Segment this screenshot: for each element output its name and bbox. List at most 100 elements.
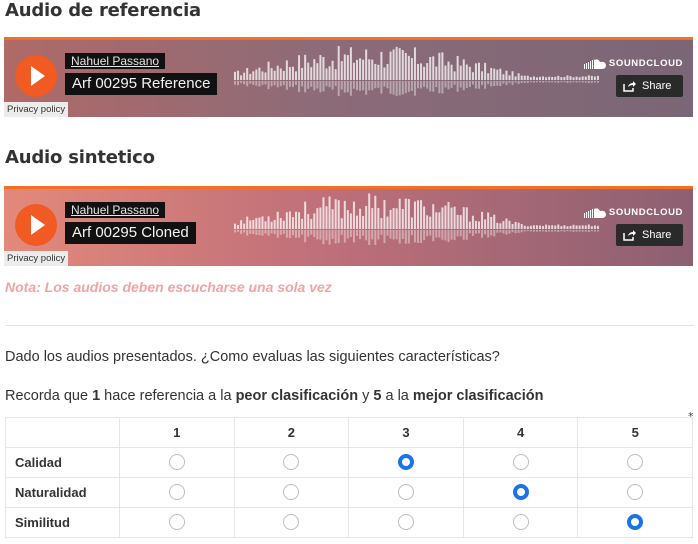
waveform-bar [295, 71, 297, 80]
rating-radio[interactable] [627, 484, 644, 501]
soundcloud-player-cloned[interactable]: Nahuel Passano Arf 00295 Cloned SOUNDCLO… [4, 186, 693, 266]
waveform[interactable] [234, 193, 604, 245]
waveform-reflection [502, 230, 505, 234]
waveform-bar [487, 212, 490, 229]
rating-radio[interactable] [397, 484, 414, 501]
play-button[interactable] [15, 55, 57, 97]
waveform-reflection [535, 81, 538, 83]
waveform-bar [563, 77, 566, 80]
track-title-link[interactable]: Arf 00295 Reference [65, 73, 218, 95]
waveform-reflection [417, 230, 419, 243]
waveform-bar [285, 60, 288, 80]
waveform-bar [517, 222, 520, 229]
play-button[interactable] [15, 204, 57, 246]
waveform-reflection [468, 230, 471, 234]
waveform-bar [478, 62, 480, 80]
waveform-reflection [252, 230, 255, 235]
rating-radio[interactable] [283, 454, 300, 471]
waveform-reflection [276, 81, 279, 88]
waveform-bar [429, 57, 432, 80]
waveform-bar [566, 226, 569, 229]
grid-cell [348, 477, 464, 508]
waveform-reflection [349, 81, 352, 96]
waveform-reflection [319, 230, 322, 240]
waveform-reflection [490, 230, 493, 236]
privacy-policy-link[interactable]: Privacy policy [4, 102, 69, 117]
share-button[interactable]: Share [616, 75, 683, 97]
row-label: Calidad [5, 447, 120, 478]
waveform-bar [389, 209, 392, 229]
rating-radio[interactable] [397, 514, 414, 531]
waveform-bar [593, 225, 596, 229]
waveform-reflection [481, 230, 484, 238]
grid-header-row: 1 2 3 4 5 [5, 417, 693, 448]
waveform-reflection [234, 81, 236, 85]
rating-radio[interactable] [397, 454, 414, 471]
soundcloud-brand: SOUNDCLOUD [608, 58, 683, 69]
rating-radio[interactable] [512, 514, 529, 531]
rating-radio[interactable] [168, 514, 185, 531]
waveform-bar [276, 65, 279, 80]
rating-radio[interactable] [627, 514, 644, 531]
waveform-reflection [490, 81, 493, 87]
waveform-bar [352, 62, 355, 80]
waveform-bar [465, 64, 468, 80]
waveform-bar [435, 66, 438, 80]
grid-row-naturalidad: Naturalidad [5, 477, 693, 508]
question-text: Dado los audios presentados. ¿Como evalu… [5, 349, 500, 365]
waveform-bar [542, 76, 545, 80]
waveform-bar [261, 216, 264, 229]
waveform-reflection [395, 81, 398, 96]
waveform-reflection [401, 230, 404, 240]
waveform-reflection [295, 230, 297, 238]
waveform-reflection [365, 230, 368, 241]
waveform-bar [240, 75, 243, 80]
waveform-reflection [508, 230, 511, 234]
rating-radio[interactable] [283, 484, 300, 501]
share-button[interactable]: Share [616, 224, 683, 246]
waveform-reflection [310, 81, 313, 87]
rating-radio[interactable] [512, 484, 529, 501]
waveform-bar [386, 64, 389, 80]
waveform-reflection [581, 81, 584, 83]
artist-link[interactable]: Nahuel Passano [65, 53, 166, 69]
waveform-bar [517, 73, 520, 80]
rating-radio[interactable] [627, 454, 644, 471]
waveform-reflection [368, 81, 371, 91]
waveform-reflection [572, 81, 575, 83]
waveform-bar [417, 200, 419, 229]
waveform-bar [426, 63, 429, 80]
soundcloud-logo[interactable]: SOUNDCLOUD [583, 207, 683, 218]
rating-radio[interactable] [168, 454, 185, 471]
listening-note: Nota: Los audios deben escucharse una so… [5, 279, 332, 295]
rating-radio[interactable] [168, 484, 185, 501]
grid-cell [233, 507, 350, 538]
waveform-reflection [371, 81, 374, 91]
rating-radio[interactable] [512, 454, 529, 471]
waveform-bar [413, 47, 416, 80]
rating-radio[interactable] [283, 514, 300, 531]
waveform-bar [288, 67, 291, 80]
waveform-bar [487, 73, 490, 80]
waveform-reflection [331, 230, 334, 239]
waveform-reflection [334, 230, 337, 244]
waveform-reflection [554, 81, 557, 83]
soundcloud-player-reference[interactable]: Nahuel Passano Arf 00295 Reference SOUND… [4, 37, 693, 117]
waveform-bar [539, 225, 541, 229]
waveform-reflection [240, 230, 243, 234]
soundcloud-logo[interactable]: SOUNDCLOUD [583, 58, 683, 69]
privacy-policy-link[interactable]: Privacy policy [4, 251, 69, 266]
waveform-reflection [551, 230, 554, 232]
waveform-reflection [307, 81, 310, 89]
waveform-bar [398, 198, 401, 229]
grid-cell [233, 477, 350, 508]
waveform-reflection [432, 81, 435, 92]
waveform-reflection [441, 81, 444, 94]
track-title-link[interactable]: Arf 00295 Cloned [65, 222, 196, 244]
waveform-reflection [404, 81, 407, 94]
artist-link[interactable]: Nahuel Passano [65, 202, 166, 218]
waveform-reflection [465, 81, 468, 88]
waveform-reflection [557, 81, 560, 83]
waveform-bar [267, 216, 270, 229]
waveform[interactable] [234, 44, 604, 96]
